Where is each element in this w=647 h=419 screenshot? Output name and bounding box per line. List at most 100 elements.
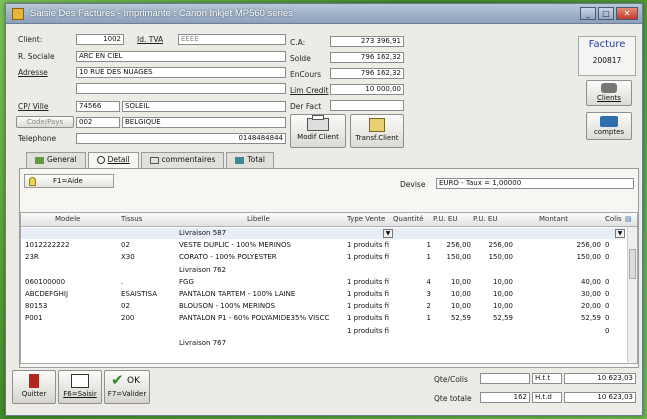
grid-header: Modele Tissus Libelle Type Vente Quantit…	[21, 213, 637, 227]
qte-totale-label: Qte totale	[434, 394, 472, 403]
tel-field[interactable]: 0148484844	[76, 133, 286, 144]
lightbulb-icon	[29, 177, 36, 186]
cell-pu2: 10,00	[492, 277, 513, 286]
aide-label: F1=Aide	[53, 177, 83, 185]
devise-field: EURO - Taux = 1,00000	[436, 178, 634, 189]
column-settings-icon[interactable]: ▤	[625, 215, 632, 223]
cell-tissus: X30	[121, 253, 135, 262]
comptes-icon	[600, 116, 618, 127]
close-button[interactable]: ✕	[616, 7, 638, 20]
quitter-button[interactable]: Quitter	[12, 370, 56, 404]
table-row[interactable]: 23R X30 CORATO - 100% POLYESTER 1 produits …	[21, 252, 625, 263]
header-pu2[interactable]: P.U. EU	[473, 215, 497, 223]
codepays-button[interactable]: Code/Pays	[16, 116, 74, 128]
tel-label: Telephone	[18, 134, 57, 143]
table-row[interactable]: 1 produits fi 0	[21, 326, 625, 337]
valider-icon-wrap: ✔ OK	[105, 371, 149, 390]
cell-libelle: CORATO - 100% POLYESTER	[179, 253, 277, 262]
cell-qte: 1	[426, 241, 431, 250]
comptes-label: comptes	[593, 128, 625, 136]
cell-montant: 30,00	[580, 290, 601, 298]
facture-box: Facture 200817	[578, 36, 636, 76]
limcredit-field[interactable]: 10 000,00	[330, 84, 404, 95]
clients-icon	[601, 83, 617, 93]
tab-general[interactable]: General	[26, 152, 86, 168]
valider-label: F7=Valider	[107, 390, 147, 398]
encours-label: EnCours	[290, 70, 322, 79]
tab-total[interactable]: Total	[226, 152, 274, 168]
header-libelle[interactable]: Libelle	[247, 215, 270, 223]
maximize-button[interactable]: □	[598, 7, 614, 20]
solde-field: 796 162,32	[330, 52, 404, 63]
facture-number: 200817	[592, 56, 622, 65]
htd-label: H.t.d	[532, 392, 562, 403]
htt-field: 10 623,03	[564, 373, 636, 384]
header-tissus[interactable]: Tissus	[121, 215, 142, 223]
table-row[interactable]: Livraison 767	[21, 338, 625, 349]
table-row[interactable]: 80153 02 BLOUSON - 100% MERINOS 1 produits …	[21, 301, 625, 312]
header-montant[interactable]: Montant	[539, 215, 568, 223]
modif-client-label: Modif Client	[297, 133, 339, 141]
cell-montant: 20,00	[580, 302, 601, 311]
cell-pu1: 256,00	[446, 241, 472, 250]
cp-field[interactable]: 74566	[76, 101, 120, 112]
table-row[interactable]: P001 200 PANTALON P1 - 60% POLYAMIDE35% VI…	[21, 313, 625, 324]
client-field[interactable]: 1002	[76, 34, 124, 45]
header-type-vente[interactable]: Type Vente	[347, 215, 385, 223]
tab-detail-label: Detail	[107, 155, 130, 164]
saisir-button[interactable]: F6=Saisir	[58, 370, 102, 404]
cell-modele: 060100000	[25, 277, 66, 286]
colis-dropdown-icon[interactable]: ▼	[615, 229, 625, 238]
valider-button[interactable]: ✔ OK F7=Valider	[104, 370, 150, 404]
adresse-field[interactable]: 10 RUE DES NUAGES	[76, 67, 286, 78]
table-row[interactable]: ABCDEFGHIJ ESAISTISA PANTALON TARTEM - 100…	[21, 289, 625, 300]
cell-type: 1 produits fi	[347, 290, 389, 298]
header-colis[interactable]: Colis	[605, 215, 622, 223]
ca-field: 273 396,91	[330, 36, 404, 47]
devise-label: Devise	[400, 180, 426, 189]
pays-field[interactable]: BELGIQUE	[122, 117, 286, 128]
modif-client-button[interactable]: Modif Client	[290, 114, 346, 148]
header-quantite[interactable]: Quantité	[393, 215, 423, 223]
header-modele[interactable]: Modele	[55, 215, 80, 223]
adresse-label: Adresse	[18, 68, 48, 77]
raison-field[interactable]: ARC EN CIEL	[76, 51, 286, 62]
client-label: Client:	[18, 35, 43, 44]
ville-field[interactable]: SOLEIL	[122, 101, 286, 112]
table-row[interactable]: 1012222222 02 VESTE DUPLIC - 100% MERINOS 1…	[21, 240, 625, 251]
type-dropdown-icon[interactable]: ▼	[383, 229, 393, 238]
table-row[interactable]: Livraison 762	[21, 265, 625, 276]
table-row[interactable]: Livraison 587 ▼ ▼	[21, 228, 625, 239]
raison-label: R. Sociale	[18, 52, 55, 61]
cell-libelle: Livraison 767	[179, 338, 227, 347]
clients-label: Clients	[597, 94, 621, 102]
aide-button[interactable]: F1=Aide	[24, 174, 114, 188]
transf-client-button[interactable]: Transf.Client	[350, 114, 404, 148]
cell-type: 1 produits fi	[347, 314, 389, 323]
cell-modele: 23R	[25, 253, 39, 262]
comment-icon	[149, 156, 159, 164]
adresse2-field[interactable]	[76, 83, 286, 94]
table-row[interactable]: 060100000. FGG 1 produits fi 4 10,00 10,00 40,…	[21, 277, 625, 288]
codepays-field[interactable]: 002	[76, 117, 120, 128]
comptes-button[interactable]: comptes	[586, 112, 632, 140]
clients-button[interactable]: Clients	[586, 80, 632, 106]
general-icon	[35, 156, 44, 164]
minimize-button[interactable]: _	[580, 7, 596, 20]
tva-label: Id. TVA	[137, 35, 164, 44]
cell-tissus: .	[121, 277, 124, 286]
header-pu1[interactable]: P.U. EU	[433, 215, 457, 223]
tab-total-label: Total	[247, 155, 265, 164]
tab-commentaires[interactable]: commentaires	[140, 152, 225, 168]
cell-colis: 0	[605, 290, 610, 298]
vertical-scrollbar[interactable]	[627, 227, 637, 363]
tab-bar: General Detail commentaires Total	[26, 152, 276, 168]
tab-detail[interactable]: Detail	[87, 152, 139, 168]
scroll-thumb[interactable]	[629, 249, 636, 279]
cell-modele: ABCDEFGHIJ	[25, 290, 69, 298]
cell-qte: 1	[426, 253, 431, 262]
cell-type: 1 produits fi	[347, 241, 389, 250]
cell-qte: 3	[426, 290, 431, 298]
tva-field[interactable]: EEEE	[178, 34, 286, 45]
cell-colis: 0	[605, 314, 610, 323]
